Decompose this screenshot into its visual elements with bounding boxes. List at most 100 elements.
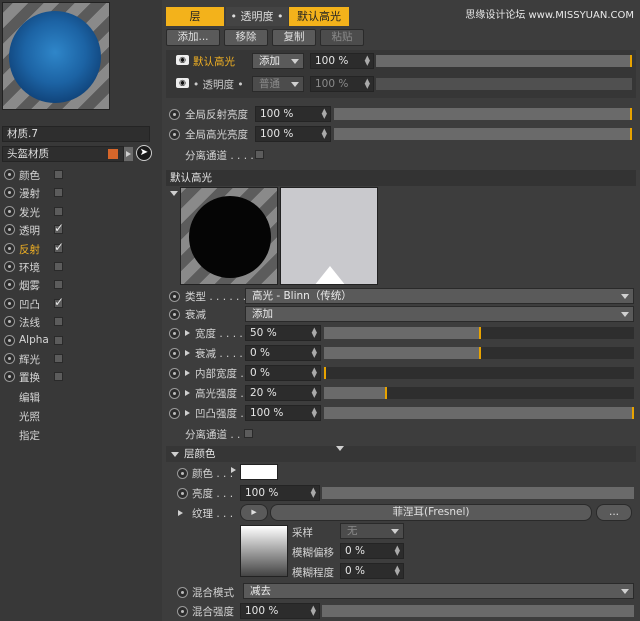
- channel-checkbox[interactable]: [54, 354, 63, 363]
- paste-layer-button[interactable]: 粘贴: [320, 29, 364, 46]
- layer-2-name[interactable]: • 透明度 •: [193, 77, 244, 92]
- channel-label[interactable]: 法线: [19, 315, 40, 330]
- layer-1-name[interactable]: 默认高光: [193, 54, 235, 69]
- width-slider-handle[interactable]: [479, 327, 481, 339]
- channel-label[interactable]: 发光: [19, 205, 40, 220]
- bump-radio[interactable]: [169, 408, 180, 419]
- global-separate-checkbox[interactable]: [255, 150, 264, 159]
- global-specular-field[interactable]: 100 % ▲ ▼: [255, 126, 331, 142]
- section-layer-color[interactable]: 层颜色: [166, 446, 636, 462]
- channel-checkbox[interactable]: [54, 170, 63, 179]
- lc-blend-strength-field[interactable]: 100 % ▲ ▼: [240, 603, 320, 619]
- lc-brightness-radio[interactable]: [177, 488, 188, 499]
- channel-radio[interactable]: [4, 297, 15, 309]
- layer-1-mode[interactable]: 添加: [252, 53, 304, 69]
- channel-radio[interactable]: [4, 242, 15, 254]
- global-specular-radio[interactable]: [169, 129, 180, 140]
- channel-checkbox[interactable]: [54, 188, 63, 198]
- channel-radio[interactable]: [4, 187, 15, 199]
- channel-label[interactable]: Alpha: [19, 334, 49, 346]
- channel-radio[interactable]: [4, 169, 15, 180]
- inner-width-slider[interactable]: [324, 367, 634, 379]
- layer-1-slider-handle[interactable]: [630, 55, 632, 67]
- global-specular-handle[interactable]: [630, 128, 632, 140]
- extra-item-lighting[interactable]: 光照: [19, 409, 40, 424]
- inner-width-field[interactable]: 0 % ▲ ▼: [245, 365, 321, 381]
- falloff-dropdown[interactable]: 添加: [245, 306, 634, 322]
- lc-blur-offset-field[interactable]: 0 % ▲ ▼: [340, 543, 404, 559]
- channel-radio[interactable]: [4, 261, 15, 272]
- material-name-field[interactable]: 材质.7: [2, 126, 150, 142]
- decay-slider-handle[interactable]: [479, 347, 481, 359]
- layer-1-slider[interactable]: [376, 55, 632, 67]
- tab-default-specular[interactable]: 默认高光: [289, 7, 349, 26]
- lc-blur-scale-field[interactable]: 0 % ▲ ▼: [340, 563, 404, 579]
- lc-color-swatch[interactable]: [240, 464, 278, 480]
- extra-item-edit[interactable]: 编辑: [19, 390, 40, 405]
- channel-label[interactable]: 漫射: [19, 186, 40, 201]
- decay-slider-empty[interactable]: [480, 347, 634, 359]
- channel-checkbox[interactable]: [54, 262, 63, 271]
- channel-checkbox[interactable]: [54, 280, 63, 290]
- layer-color-collapse-icon[interactable]: [336, 446, 344, 451]
- lc-blend-strength-radio[interactable]: [177, 606, 188, 617]
- inner-width-slider-handle[interactable]: [324, 367, 326, 379]
- global-reflect-field[interactable]: 100 % ▲ ▼: [255, 106, 331, 122]
- strength-slider-handle[interactable]: [385, 387, 387, 399]
- lc-color-expand-icon[interactable]: [231, 467, 236, 473]
- falloff-radio[interactable]: [169, 309, 180, 320]
- layer-2-mode[interactable]: 普通: [252, 76, 304, 92]
- lc-color-radio[interactable]: [177, 468, 188, 479]
- layer-2-value-field[interactable]: 100 % ▲ ▼: [310, 76, 374, 92]
- lc-texture-more-button[interactable]: ...: [596, 504, 632, 521]
- eye-icon[interactable]: ◉: [176, 55, 189, 65]
- bump-expand-icon[interactable]: [185, 410, 190, 416]
- lc-brightness-field[interactable]: 100 % ▲ ▼: [240, 485, 320, 501]
- lc-blend-mode-radio[interactable]: [177, 587, 188, 598]
- lc-blend-strength-slider[interactable]: [322, 605, 634, 617]
- channel-checkbox[interactable]: [54, 206, 63, 216]
- decay-field[interactable]: 0 % ▲ ▼: [245, 345, 321, 361]
- width-expand-icon[interactable]: [185, 330, 190, 336]
- layer-color-collapse-arrow[interactable]: [171, 452, 179, 457]
- cursor-pick-icon[interactable]: ➤: [136, 145, 152, 161]
- channel-label[interactable]: 烟雾: [19, 278, 40, 293]
- strength-slider-filled[interactable]: [324, 387, 386, 399]
- decay-slider-filled[interactable]: [324, 347, 480, 359]
- channel-label[interactable]: 凹凸: [19, 297, 40, 312]
- collapse-preview-icon[interactable]: [170, 191, 178, 196]
- bump-field[interactable]: 100 % ▲ ▼: [245, 405, 321, 421]
- strength-radio[interactable]: [169, 388, 180, 399]
- channel-label[interactable]: 置换: [19, 370, 40, 385]
- lc-blend-mode-dropdown[interactable]: 减去: [243, 583, 634, 599]
- channel-label[interactable]: 辉光: [19, 352, 40, 367]
- add-layer-button[interactable]: 添加...: [166, 29, 220, 46]
- channel-radio[interactable]: [4, 334, 15, 346]
- channel-checkbox[interactable]: [54, 317, 63, 327]
- tab-transparency[interactable]: • 透明度 •: [226, 7, 288, 26]
- decay-expand-icon[interactable]: [185, 350, 190, 356]
- channel-radio[interactable]: [4, 205, 15, 217]
- eye-icon-2[interactable]: ◉: [176, 78, 189, 88]
- copy-layer-button[interactable]: 复制: [272, 29, 316, 46]
- type-dropdown[interactable]: 高光 - Blinn（传统）: [245, 288, 634, 304]
- channel-checkbox[interactable]: [54, 335, 63, 345]
- extra-item-assign[interactable]: 指定: [19, 428, 40, 443]
- material-color-swatch[interactable]: [108, 149, 118, 159]
- global-specular-slider[interactable]: [334, 128, 632, 140]
- channel-radio[interactable]: [4, 316, 15, 328]
- width-slider-empty[interactable]: [480, 327, 634, 339]
- remove-layer-button[interactable]: 移除: [224, 29, 268, 46]
- channel-radio[interactable]: [4, 371, 15, 383]
- props-separate-checkbox[interactable]: [244, 429, 253, 438]
- layer-1-value-field[interactable]: 100 % ▲ ▼: [310, 53, 374, 69]
- lc-texture-arrow-button[interactable]: ▸: [240, 504, 268, 521]
- lc-texture-expand-icon[interactable]: [178, 510, 183, 516]
- strength-expand-icon[interactable]: [185, 390, 190, 396]
- channel-label[interactable]: 透明: [19, 223, 40, 238]
- lc-texture-button[interactable]: 菲涅耳(Fresnel): [270, 504, 592, 521]
- bump-slider[interactable]: [324, 407, 634, 419]
- global-reflect-slider[interactable]: [334, 108, 632, 120]
- width-field[interactable]: 50 % ▲ ▼: [245, 325, 321, 341]
- width-slider-filled[interactable]: [324, 327, 480, 339]
